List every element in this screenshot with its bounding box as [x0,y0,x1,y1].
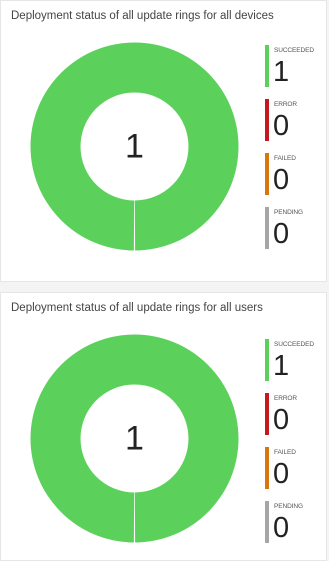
legend-label: ERROR [274,101,297,108]
legend-color-bar [265,393,269,435]
legend-value: 0 [273,512,290,544]
donut-svg: 1 [30,42,239,251]
legend-item-failed[interactable]: FAILED 0 [265,153,327,207]
legend-color-bar [265,339,269,381]
legend-item-succeeded[interactable]: SUCCEEDED 1 [265,339,327,393]
legend-color-bar [265,207,269,249]
legend-value: 0 [273,164,290,196]
legend-value: 1 [273,56,290,88]
donut-chart[interactable]: 1 [30,334,239,543]
legend-item-pending[interactable]: PENDING 0 [265,501,327,555]
legend: SUCCEEDED 1 ERROR 0 FAILED 0 PENDING 0 [265,45,327,261]
legend-color-bar [265,501,269,543]
legend-label: PENDING [274,503,303,510]
center-value: 1 [125,420,144,458]
legend-item-error[interactable]: ERROR 0 [265,99,327,153]
legend: SUCCEEDED 1 ERROR 0 FAILED 0 PENDING 0 [265,339,327,555]
legend-item-error[interactable]: ERROR 0 [265,393,327,447]
legend-value: 0 [273,458,290,490]
legend-label: ERROR [274,395,297,402]
slice-succeeded-part-1[interactable] [30,334,135,543]
devices-status-tile[interactable]: Deployment status of all update rings fo… [0,0,327,282]
center-value: 1 [125,128,144,166]
legend-label: PENDING [274,209,303,216]
legend-color-bar [265,447,269,489]
legend-item-succeeded[interactable]: SUCCEEDED 1 [265,45,327,99]
slice-succeeded-part-2[interactable] [134,42,239,251]
donut-chart[interactable]: 1 [30,42,239,251]
legend-value: 0 [273,218,290,250]
chart-title: Deployment status of all update rings fo… [11,302,263,314]
legend-color-bar [265,99,269,141]
slice-succeeded-part-2[interactable] [134,334,239,543]
legend-color-bar [265,45,269,87]
legend-label: FAILED [274,449,296,456]
legend-label: FAILED [274,155,296,162]
chart-title: Deployment status of all update rings fo… [11,10,274,22]
legend-item-pending[interactable]: PENDING 0 [265,207,327,261]
legend-item-failed[interactable]: FAILED 0 [265,447,327,501]
legend-color-bar [265,153,269,195]
donut-svg: 1 [30,334,239,543]
legend-label: SUCCEEDED [274,47,314,54]
users-status-tile[interactable]: Deployment status of all update rings fo… [0,292,327,561]
legend-value: 0 [273,110,290,142]
legend-value: 0 [273,404,290,436]
slice-succeeded-part-1[interactable] [30,42,135,251]
legend-label: SUCCEEDED [274,341,314,348]
legend-value: 1 [273,350,290,382]
